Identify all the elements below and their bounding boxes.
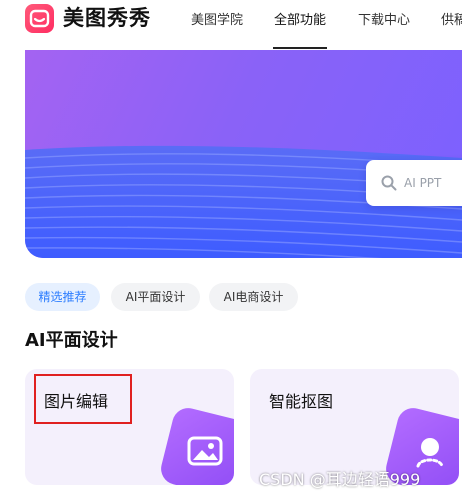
search-placeholder: AI PPT <box>404 176 442 190</box>
brand-name[interactable]: 美图秀秀 <box>63 4 151 33</box>
section-title: AI平面设计 <box>25 330 118 351</box>
nav-academy[interactable]: 美图学院 <box>191 12 243 30</box>
chip-ai-graphic-design[interactable]: AI平面设计 <box>111 283 200 311</box>
search-box[interactable]: AI PPT <box>366 160 462 206</box>
nav-all-features[interactable]: 全部功能 <box>274 12 326 30</box>
image-icon <box>157 404 234 485</box>
watermark: CSDN @耳边轻语999 <box>259 470 421 489</box>
chip-featured[interactable]: 精选推荐 <box>25 283 100 311</box>
meitu-logo-icon[interactable] <box>25 4 54 33</box>
card-title: 图片编辑 <box>44 392 109 411</box>
card-image-edit[interactable]: 图片编辑 <box>25 369 234 485</box>
chip-ai-ecommerce-design[interactable]: AI电商设计 <box>209 283 298 311</box>
active-nav-underline <box>273 47 327 49</box>
card-smart-cutout[interactable]: 智能抠图 <box>250 369 459 485</box>
hero-banner[interactable] <box>25 50 462 258</box>
card-title: 智能抠图 <box>269 392 334 411</box>
search-icon <box>381 175 397 191</box>
nav-download-center[interactable]: 下载中心 <box>358 12 410 30</box>
nav-contribute[interactable]: 供稿 <box>441 12 462 30</box>
top-header: 美图秀秀 美图学院 全部功能 下载中心 供稿 <box>0 0 462 50</box>
